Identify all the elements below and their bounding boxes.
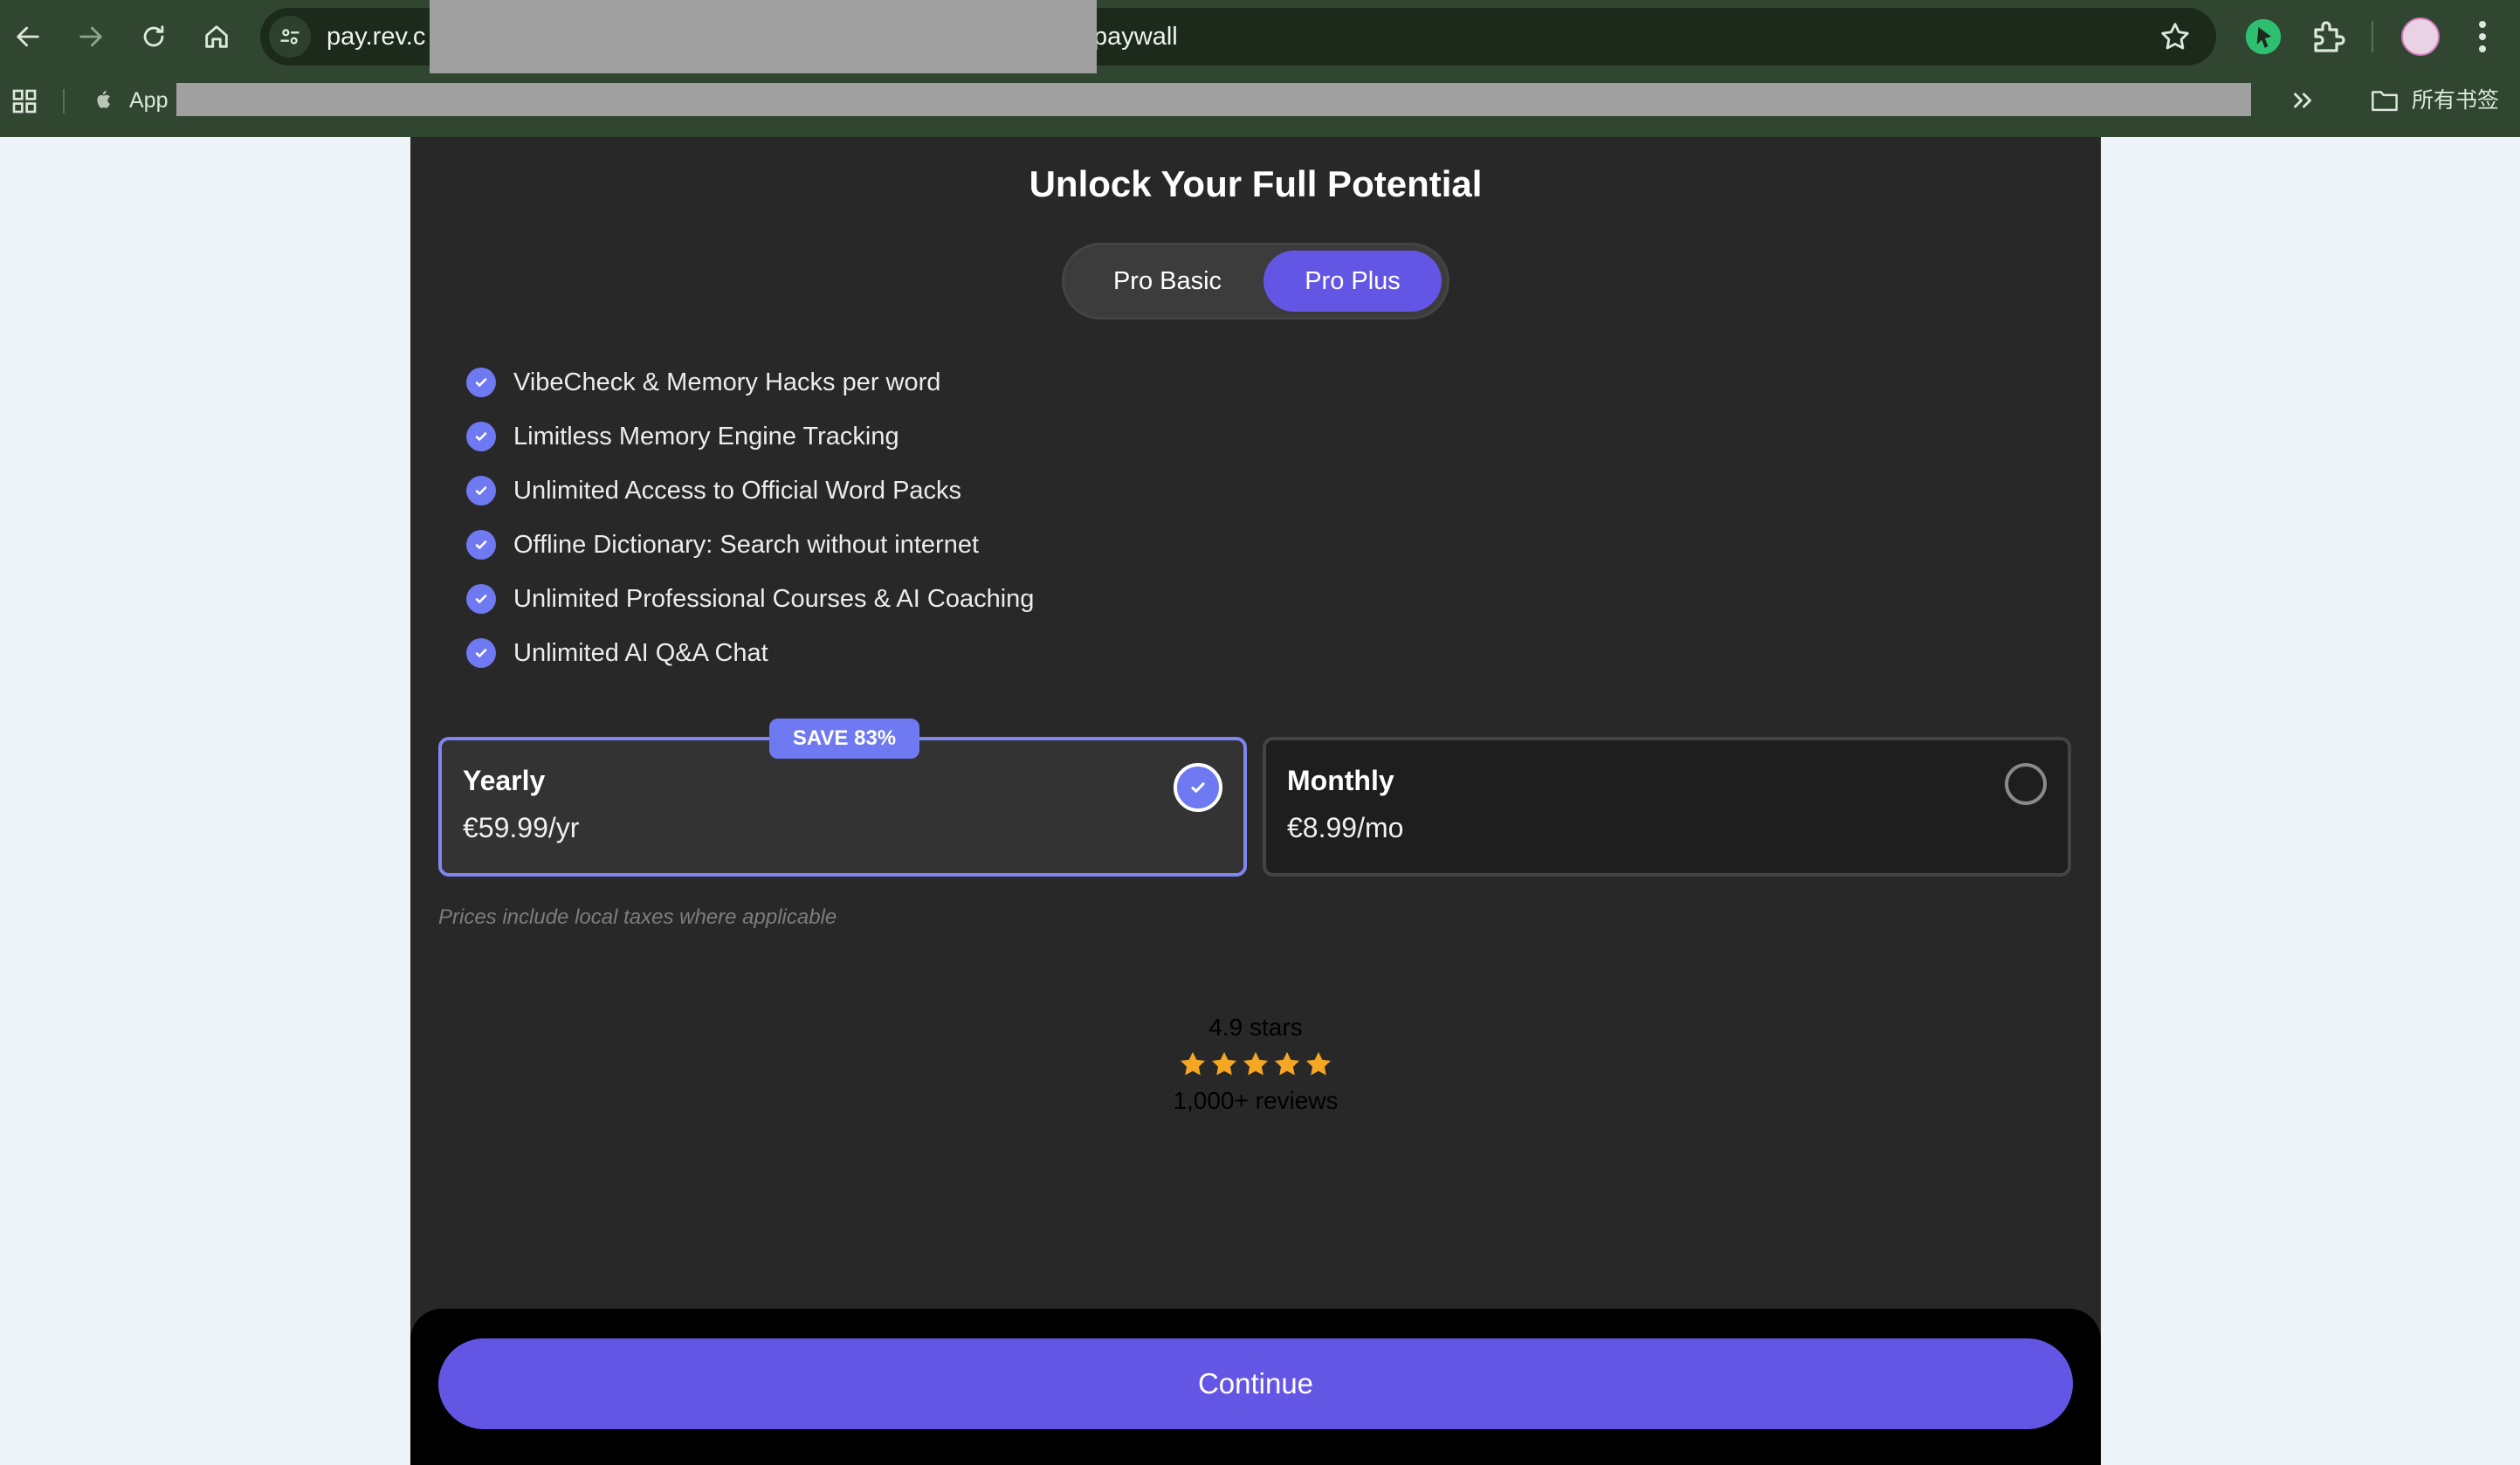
tier-pro-basic[interactable]: Pro Basic: [1071, 251, 1263, 312]
plan-option-monthly[interactable]: Monthly €8.99/mo: [1263, 737, 2071, 877]
browser-chrome: pay.rev.c paywall App 所有书签: [0, 0, 2520, 137]
feature-list: VibeCheck & Memory Hacks per word Limitl…: [466, 355, 1034, 680]
all-bookmarks[interactable]: 所有书签: [2412, 80, 2499, 120]
tier-toggle: Pro Basic Pro Plus: [1062, 243, 1449, 320]
forward-button[interactable]: [66, 12, 115, 61]
radio-checked-icon[interactable]: [1174, 763, 1222, 812]
feature-text: Offline Dictionary: Search without inter…: [513, 530, 980, 559]
feature-text: Unlimited Access to Official Word Packs: [513, 476, 962, 505]
continue-button[interactable]: Continue: [438, 1338, 2073, 1429]
feature-item: Unlimited Access to Official Word Packs: [466, 464, 1034, 518]
star-icon: [1243, 1051, 1269, 1076]
star-icon: [1305, 1051, 1332, 1076]
home-icon: [205, 25, 228, 48]
check-icon: [466, 368, 496, 397]
plan-name: Yearly: [463, 765, 546, 796]
plan-name: Monthly: [1287, 765, 1394, 796]
check-icon: [466, 422, 496, 451]
reload-button[interactable]: [129, 12, 178, 61]
feature-text: Unlimited Professional Courses & AI Coac…: [513, 584, 1035, 613]
bookmarks-separator: [63, 89, 65, 113]
save-badge: SAVE 83%: [769, 719, 919, 759]
arrow-left-icon: [17, 26, 39, 47]
extension-icon[interactable]: [2244, 17, 2282, 56]
more-vert-icon[interactable]: [2469, 16, 2496, 58]
profile-avatar[interactable]: [2401, 17, 2440, 56]
arrow-right-icon: [79, 26, 102, 47]
check-icon: [466, 476, 496, 506]
bookmark-app[interactable]: App: [129, 80, 168, 120]
feature-text: Limitless Memory Engine Tracking: [513, 422, 899, 451]
feature-text: VibeCheck & Memory Hacks per word: [513, 368, 941, 396]
page-title: Unlock Your Full Potential: [1029, 163, 1483, 204]
paywall-panel: Unlock Your Full Potential Pro Basic Pro…: [410, 137, 2101, 1465]
apple-icon: [97, 90, 111, 108]
feature-item: VibeCheck & Memory Hacks per word: [466, 355, 1034, 409]
bookmark-star-icon[interactable]: [2159, 20, 2192, 53]
feature-text: Unlimited AI Q&A Chat: [513, 638, 768, 667]
feature-item: Unlimited Professional Courses & AI Coac…: [466, 572, 1034, 626]
double-chevron-right-icon[interactable]: [2288, 86, 2317, 115]
tune-icon: [280, 29, 300, 45]
back-button[interactable]: [3, 12, 52, 61]
star-rating: [410, 1045, 2101, 1083]
footer-bar: Continue: [410, 1309, 2101, 1465]
home-button[interactable]: [192, 12, 241, 61]
rating-score: 4.9 stars: [1208, 1014, 1303, 1041]
rating-block: 4.9 stars 1,000+ reviews: [410, 1010, 2101, 1118]
tier-pro-plus[interactable]: Pro Plus: [1263, 251, 1442, 312]
tax-note: Prices include local taxes where applica…: [438, 905, 837, 929]
feature-item: Limitless Memory Engine Tracking: [466, 409, 1034, 464]
url-redaction: [430, 0, 1097, 73]
address-bar[interactable]: pay.rev.c paywall: [260, 0, 2216, 73]
star-icon: [1180, 1051, 1206, 1076]
check-icon: [466, 530, 496, 560]
plan-price: €59.99/yr: [463, 812, 580, 843]
star-icon: [1211, 1051, 1237, 1076]
bookmarks-redaction: [176, 83, 2251, 116]
plan-price: €8.99/mo: [1287, 812, 1404, 843]
review-count: 1,000+ reviews: [1173, 1087, 1339, 1114]
url-text-start: pay.rev.c: [327, 23, 426, 51]
extensions-puzzle-icon[interactable]: [2307, 16, 2349, 58]
toolbar-separator: [2372, 21, 2373, 52]
folder-icon: [2372, 91, 2398, 112]
bookmarks-bar: App 所有书签: [0, 80, 2520, 124]
site-info-button[interactable]: [269, 16, 311, 58]
url-text-end: paywall: [1093, 23, 1178, 51]
feature-item: Offline Dictionary: Search without inter…: [466, 518, 1034, 572]
feature-item: Unlimited AI Q&A Chat: [466, 626, 1034, 680]
apps-grid-icon[interactable]: [10, 87, 38, 115]
radio-unchecked-icon[interactable]: [2005, 763, 2047, 805]
check-icon: [466, 584, 496, 614]
check-icon: [466, 638, 496, 668]
reload-icon: [143, 25, 164, 47]
star-icon: [1274, 1051, 1300, 1076]
